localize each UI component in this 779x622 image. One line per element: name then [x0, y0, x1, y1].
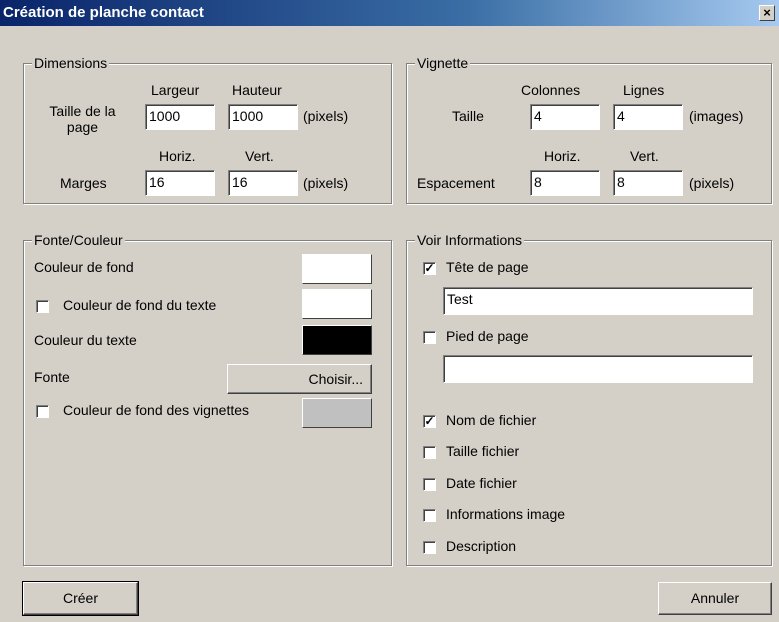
date-fichier-label: Date fichier	[446, 475, 517, 491]
pied-page-label: Pied de page	[446, 328, 529, 344]
espacement-label: Espacement	[417, 175, 495, 191]
marges-label: Marges	[60, 175, 107, 191]
taille-fichier-label: Taille fichier	[446, 443, 520, 459]
couleur-texte-swatch[interactable]	[302, 325, 372, 355]
window-title: Création de planche contact	[3, 4, 204, 21]
informations-image-checkbox[interactable]	[423, 509, 436, 522]
vignette-unit-images: (images)	[689, 108, 744, 124]
dimensions-legend: Dimensions	[32, 55, 110, 71]
marges-horiz-label: Horiz.	[159, 148, 196, 164]
marges-horiz-field[interactable]: 16	[145, 170, 215, 196]
marges-vert-field[interactable]: 16	[228, 170, 298, 196]
fond-vignettes-swatch[interactable]	[302, 398, 372, 428]
hauteur-field[interactable]: 1000	[228, 104, 298, 130]
annuler-label: Annuler	[690, 590, 740, 606]
pied-page-field[interactable]	[443, 355, 753, 383]
dimensions-unit-pixels-2: (pixels)	[303, 175, 349, 191]
annuler-button[interactable]: Annuler	[658, 582, 772, 615]
espacement-vert-field[interactable]: 8	[613, 170, 683, 196]
fond-texte-label: Couleur de fond du texte	[63, 297, 217, 313]
close-button[interactable]: ×	[759, 5, 775, 21]
fond-texte-checkbox[interactable]	[36, 300, 49, 313]
nom-fichier-label: Nom de fichier	[446, 412, 537, 428]
tete-page-checkbox[interactable]: ✓	[423, 262, 436, 275]
colonnes-label: Colonnes	[521, 82, 581, 98]
dimensions-unit-pixels-1: (pixels)	[303, 108, 349, 124]
fond-vignettes-label: Couleur de fond des vignettes	[63, 402, 250, 418]
tete-page-field[interactable]: Test	[443, 287, 753, 315]
vignette-unit-pixels: (pixels)	[689, 175, 735, 191]
fonte-couleur-legend: Fonte/Couleur	[32, 232, 125, 248]
largeur-label: Largeur	[151, 82, 200, 98]
hauteur-label: Hauteur	[232, 82, 282, 98]
description-checkbox[interactable]	[423, 541, 436, 554]
espacement-horiz-field[interactable]: 8	[530, 170, 600, 196]
lignes-label: Lignes	[623, 82, 665, 98]
espacement-horiz-label: Horiz.	[544, 148, 581, 164]
pied-page-checkbox[interactable]	[423, 331, 436, 344]
lignes-field[interactable]: 4	[613, 104, 683, 130]
description-label: Description	[446, 538, 517, 554]
creer-label: Créer	[62, 590, 98, 606]
espacement-vert-label: Vert.	[630, 148, 659, 164]
fond-texte-swatch[interactable]	[302, 289, 372, 319]
date-fichier-checkbox[interactable]	[423, 478, 436, 491]
nom-fichier-checkbox[interactable]: ✓	[423, 415, 436, 428]
couleur-texte-label: Couleur du texte	[34, 332, 137, 348]
taille-fichier-checkbox[interactable]	[423, 446, 436, 459]
choisir-label: Choisir...	[308, 371, 363, 387]
marges-vert-label: Vert.	[245, 148, 274, 164]
fond-vignettes-checkbox[interactable]	[36, 405, 49, 418]
taille-page-label: Taille de la page	[49, 103, 116, 135]
creer-button[interactable]: Créer	[22, 581, 139, 616]
largeur-field[interactable]: 1000	[145, 104, 215, 130]
tete-page-label: Tête de page	[446, 259, 529, 275]
title-bar: Création de planche contact ×	[0, 0, 779, 26]
taille-label: Taille	[452, 108, 484, 124]
couleur-fond-label: Couleur de fond	[34, 259, 134, 275]
vignette-legend: Vignette	[415, 55, 471, 71]
choisir-button[interactable]: Choisir...	[227, 364, 372, 394]
fonte-label: Fonte	[34, 369, 70, 385]
couleur-fond-swatch[interactable]	[302, 254, 372, 284]
colonnes-field[interactable]: 4	[530, 104, 600, 130]
informations-image-label: Informations image	[446, 506, 566, 522]
close-icon: ×	[763, 5, 771, 20]
voir-informations-legend: Voir Informations	[415, 232, 525, 248]
